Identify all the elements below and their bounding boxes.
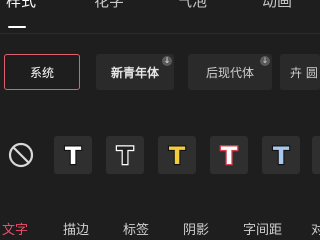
text-style-icon: T bbox=[64, 141, 83, 170]
top-tab-bar: 样式 花字 气泡 动画 bbox=[0, 0, 320, 34]
bottom-tab-align[interactable]: 对 bbox=[311, 219, 320, 238]
bottom-tab-shadow[interactable]: 阴影 bbox=[183, 219, 209, 238]
text-style-icon: T bbox=[116, 141, 135, 170]
style-yellow-black-outline[interactable]: T bbox=[158, 136, 196, 174]
tab-animation[interactable]: 动画 bbox=[262, 0, 292, 11]
text-style-icon: T bbox=[220, 141, 240, 170]
svg-text:T: T bbox=[273, 142, 290, 170]
font-chip-system[interactable]: 系统 bbox=[4, 54, 80, 90]
style-none[interactable] bbox=[2, 136, 40, 174]
svg-text:T: T bbox=[117, 142, 134, 170]
tab-bubble[interactable]: 气泡 bbox=[177, 0, 207, 11]
text-style-icon: T bbox=[272, 141, 291, 170]
divider bbox=[0, 33, 320, 34]
none-icon bbox=[8, 142, 34, 168]
style-black-white-outline[interactable]: T bbox=[106, 136, 144, 174]
download-icon: ↓ bbox=[260, 56, 270, 66]
svg-text:T: T bbox=[169, 142, 186, 170]
style-white-red-outline[interactable]: T bbox=[210, 136, 248, 174]
download-icon: ↓ bbox=[162, 56, 172, 66]
tab-fancy-text[interactable]: 花字 bbox=[94, 0, 124, 11]
bottom-tab-text[interactable]: 文字 bbox=[2, 219, 28, 238]
text-style-icon: T bbox=[168, 141, 187, 170]
font-chip-postmodern[interactable]: 后现代体 ↓ bbox=[188, 54, 272, 90]
svg-text:T: T bbox=[221, 142, 238, 170]
font-chip-label: 系统 bbox=[29, 65, 54, 80]
active-tab-indicator bbox=[8, 26, 26, 28]
font-chip-label: 新青年体 bbox=[110, 65, 159, 80]
font-chip-label: 卉 圆 bbox=[290, 65, 318, 80]
svg-text:T: T bbox=[65, 142, 82, 170]
bottom-tab-stroke[interactable]: 描边 bbox=[63, 219, 89, 238]
bottom-tab-label[interactable]: 标签 bbox=[123, 219, 149, 238]
style-blue-black-outline[interactable]: T bbox=[262, 136, 300, 174]
bottom-tab-spacing[interactable]: 字间距 bbox=[243, 219, 282, 238]
font-chip-partial[interactable]: 卉 圆 bbox=[280, 54, 320, 90]
font-chip-label: 后现代体 bbox=[205, 65, 254, 80]
font-chip-xinqingnian[interactable]: 新青年体 ↓ bbox=[96, 54, 174, 90]
tab-style[interactable]: 样式 bbox=[6, 0, 36, 11]
style-white-black-outline[interactable]: T bbox=[54, 136, 92, 174]
style-partial[interactable] bbox=[312, 136, 320, 174]
